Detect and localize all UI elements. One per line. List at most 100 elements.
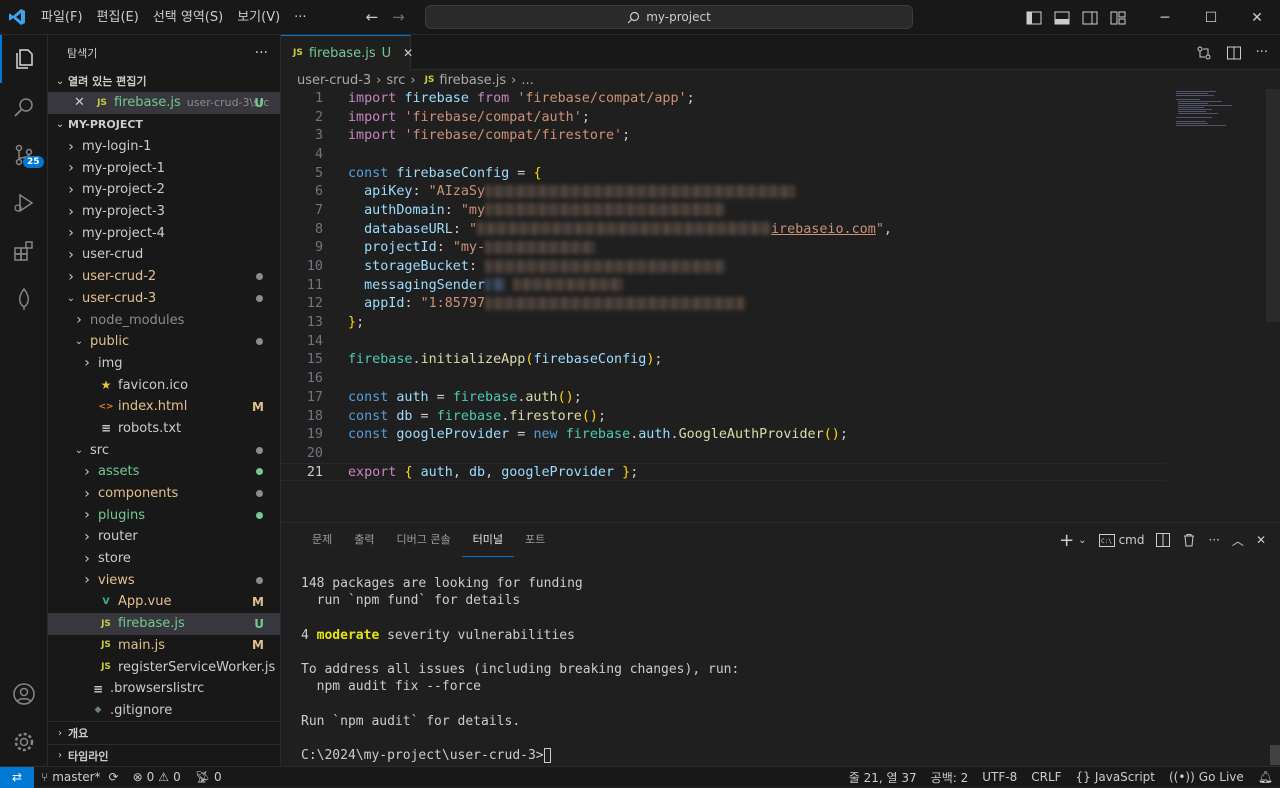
code-line: import 'firebase/compat/firestore';	[348, 128, 631, 144]
folder-item[interactable]: ⌄ public	[48, 331, 280, 353]
close-panel-icon[interactable]: ✕	[1256, 533, 1266, 547]
back-arrow-icon[interactable]: ←	[366, 8, 379, 26]
folder-item[interactable]: › store	[48, 548, 280, 570]
timeline-header[interactable]: › 타임라인	[48, 744, 280, 766]
file-item[interactable]: JS firebase.js U	[48, 612, 280, 635]
split-editor-icon[interactable]	[1226, 45, 1242, 61]
terminal-output[interactable]: 148 packages are looking for funding run…	[301, 575, 739, 764]
mongodb-leaf-icon[interactable]	[0, 275, 48, 323]
open-editors-header[interactable]: ⌄ 열려 있는 편집기	[48, 70, 280, 92]
menu-more[interactable]: ···	[287, 0, 313, 35]
maximize-button[interactable]: ☐	[1188, 0, 1234, 35]
folder-item[interactable]: › my-project-3	[48, 201, 280, 223]
folder-item[interactable]: › my-login-1	[48, 136, 280, 158]
project-header[interactable]: ⌄ MY-PROJECT	[48, 114, 280, 136]
notifications-bell-icon[interactable]: 🔔︎	[1251, 770, 1280, 784]
terminal-scrollbar[interactable]	[1270, 745, 1280, 765]
breadcrumb-symbol[interactable]: ...	[521, 73, 533, 88]
tab-firebase-js[interactable]: JS firebase.js U ✕	[281, 35, 413, 70]
branch-status[interactable]: ⑂ master* ⟳	[34, 770, 126, 784]
folder-item[interactable]: › node_modules	[48, 309, 280, 331]
maximize-panel-icon[interactable]: ︿	[1232, 532, 1244, 549]
source-control-icon[interactable]: 25	[0, 131, 48, 179]
tab-debug-console[interactable]: 디버그 콘솔	[386, 523, 462, 557]
command-center-search[interactable]: my-project	[425, 5, 913, 29]
split-terminal-icon[interactable]	[1156, 533, 1171, 547]
folder-item[interactable]: › components	[48, 483, 280, 505]
open-editor-item[interactable]: ✕ JS firebase.js user-crud-3\src U	[48, 92, 280, 114]
close-icon[interactable]: ✕	[74, 95, 88, 110]
file-item[interactable]: JS registerServiceWorker.js	[48, 656, 280, 678]
folder-item[interactable]: › user-crud-2	[48, 266, 280, 288]
terminal-shell-selector[interactable]: C:\ cmd	[1098, 533, 1144, 547]
tab-status: U	[381, 45, 392, 61]
indentation[interactable]: 공백: 2	[924, 769, 976, 786]
file-item[interactable]: <> index.html M	[48, 396, 280, 418]
customize-layout-icon[interactable]	[1104, 0, 1132, 35]
toggle-panel-icon[interactable]	[1048, 0, 1076, 35]
tab-output[interactable]: 출력	[343, 523, 385, 557]
folder-item[interactable]: › router	[48, 526, 280, 548]
more-actions-icon[interactable]: ···	[1256, 45, 1268, 60]
go-live-button[interactable]: ((•)) Go Live	[1162, 770, 1251, 784]
cursor-position[interactable]: 줄 21, 열 37	[842, 769, 924, 786]
language-mode[interactable]: {} JavaScript	[1069, 770, 1162, 784]
trash-icon[interactable]	[1182, 533, 1196, 547]
explorer-icon[interactable]	[0, 35, 48, 83]
minimap[interactable]	[1176, 89, 1266, 129]
forward-arrow-icon[interactable]: →	[392, 8, 405, 26]
sync-icon[interactable]: ⟳	[109, 770, 119, 784]
folder-item[interactable]: › img	[48, 353, 280, 375]
toggle-secondary-sidebar-icon[interactable]	[1076, 0, 1104, 35]
breadcrumb-src[interactable]: src	[386, 73, 405, 88]
settings-gear-icon[interactable]	[0, 718, 48, 766]
tab-problems[interactable]: 문제	[301, 523, 343, 557]
end-of-line[interactable]: CRLF	[1024, 770, 1068, 784]
toggle-sidebar-icon[interactable]	[1020, 0, 1048, 35]
folder-item[interactable]: › plugins	[48, 504, 280, 526]
folder-item[interactable]: › my-project-1	[48, 157, 280, 179]
search-view-icon[interactable]	[0, 83, 48, 131]
run-debug-icon[interactable]	[0, 179, 48, 227]
explorer-more-button[interactable]: ···	[255, 45, 268, 61]
tree-item-label: img	[98, 355, 123, 371]
folder-item[interactable]: ⌄ user-crud-3	[48, 288, 280, 310]
file-item[interactable]: ≡ .browserslistrc	[48, 678, 280, 700]
code-editor[interactable]: 1 import firebase from 'firebase/compat/a…	[281, 89, 1166, 489]
problems-status[interactable]: ⊗ 0 ⚠ 0	[126, 770, 188, 784]
more-actions-icon[interactable]: ···	[1208, 533, 1219, 547]
folder-item[interactable]: › assets	[48, 461, 280, 483]
menu-edit[interactable]: 편집(E)	[90, 0, 146, 35]
folder-item[interactable]: › my-project-2	[48, 179, 280, 201]
remote-indicator-icon[interactable]: ⇄	[0, 766, 34, 788]
file-item[interactable]: JS main.js M	[48, 635, 280, 657]
outline-header[interactable]: › 개요	[48, 722, 280, 744]
file-item[interactable]: ◆ .gitignore	[48, 700, 280, 722]
compare-changes-icon[interactable]	[1196, 45, 1212, 61]
file-item[interactable]: V App.vue M	[48, 591, 280, 613]
folder-item[interactable]: ⌄ src	[48, 439, 280, 461]
account-icon[interactable]	[0, 670, 48, 718]
menu-selection[interactable]: 선택 영역(S)	[146, 0, 230, 35]
folder-item[interactable]: › my-project-4	[48, 222, 280, 244]
menu-view[interactable]: 보기(V)	[230, 0, 287, 35]
file-item[interactable]: ≡ robots.txt	[48, 418, 280, 440]
html-icon: <>	[98, 401, 114, 412]
tab-ports[interactable]: 포트	[514, 523, 556, 557]
editor-scrollbar[interactable]	[1266, 89, 1280, 322]
breadcrumb-folder[interactable]: user-crud-3	[297, 73, 371, 88]
new-terminal-plus-icon[interactable]: +	[1059, 530, 1074, 551]
breadcrumb-file[interactable]: firebase.js	[439, 73, 506, 88]
menu-file[interactable]: 파일(F)	[34, 0, 90, 35]
folder-item[interactable]: › user-crud	[48, 244, 280, 266]
minimize-button[interactable]: ─	[1142, 0, 1188, 35]
tab-terminal[interactable]: 터미널	[461, 523, 514, 557]
folder-item[interactable]: › views	[48, 569, 280, 591]
extensions-icon[interactable]	[0, 227, 48, 275]
tab-close-icon[interactable]: ✕	[403, 46, 413, 60]
encoding[interactable]: UTF-8	[975, 770, 1024, 784]
file-item[interactable]: ★ favicon.ico	[48, 374, 280, 396]
ports-status[interactable]: 📡︎ 0	[188, 770, 229, 784]
chevron-down-icon[interactable]: ⌄	[1078, 535, 1086, 546]
close-window-button[interactable]: ✕	[1234, 0, 1280, 35]
